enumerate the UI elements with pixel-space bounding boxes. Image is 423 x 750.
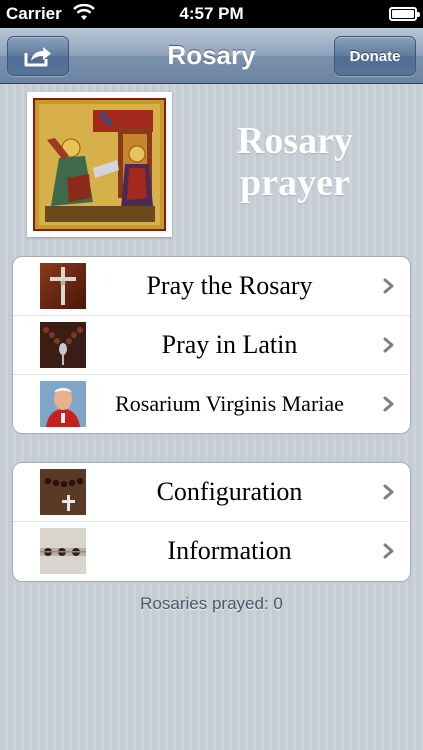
menu-row-rosarium[interactable]: Rosarium Virginis Mariae	[13, 375, 410, 433]
menu-row-information[interactable]: Information	[13, 522, 410, 581]
chevron-right-icon	[383, 396, 394, 412]
pope-portrait-thumb	[40, 381, 86, 427]
chevron-right-icon	[383, 278, 394, 294]
menu-row-pray-latin[interactable]: Pray in Latin	[13, 316, 410, 375]
menu-label: Rosarium Virginis Mariae	[115, 391, 344, 416]
beads-closeup-thumb	[40, 528, 86, 574]
primary-menu: Pray the Rosary Pray in Latin Rosarium V…	[12, 256, 411, 434]
donate-button[interactable]: Donate	[334, 36, 416, 76]
crucifix-thumb	[40, 263, 86, 309]
secondary-menu: Configuration Information	[12, 462, 411, 582]
rosary-beads-thumb	[40, 322, 86, 368]
hero-title: Rosary prayer	[236, 120, 354, 204]
status-bar: Carrier 4:57 PM	[0, 0, 423, 28]
menu-row-pray-rosary[interactable]: Pray the Rosary	[13, 257, 410, 316]
menu-label: Configuration	[156, 477, 303, 506]
chevron-right-icon	[383, 337, 394, 353]
menu-row-configuration[interactable]: Configuration	[13, 463, 410, 522]
chevron-right-icon	[383, 543, 394, 559]
rosaries-prayed-count: Rosaries prayed: 0	[140, 594, 283, 613]
menu-label: Pray the Rosary	[146, 271, 313, 300]
status-time: 4:57 PM	[179, 4, 244, 23]
battery-icon	[389, 7, 420, 21]
menu-label: Pray in Latin	[161, 330, 298, 359]
chevron-right-icon	[383, 484, 394, 500]
menu-label: Information	[167, 536, 292, 565]
rosary-cross-thumb	[40, 469, 86, 515]
navigation-bar: Rosary Donate	[0, 28, 423, 84]
annunciation-icon-painting	[27, 92, 172, 237]
